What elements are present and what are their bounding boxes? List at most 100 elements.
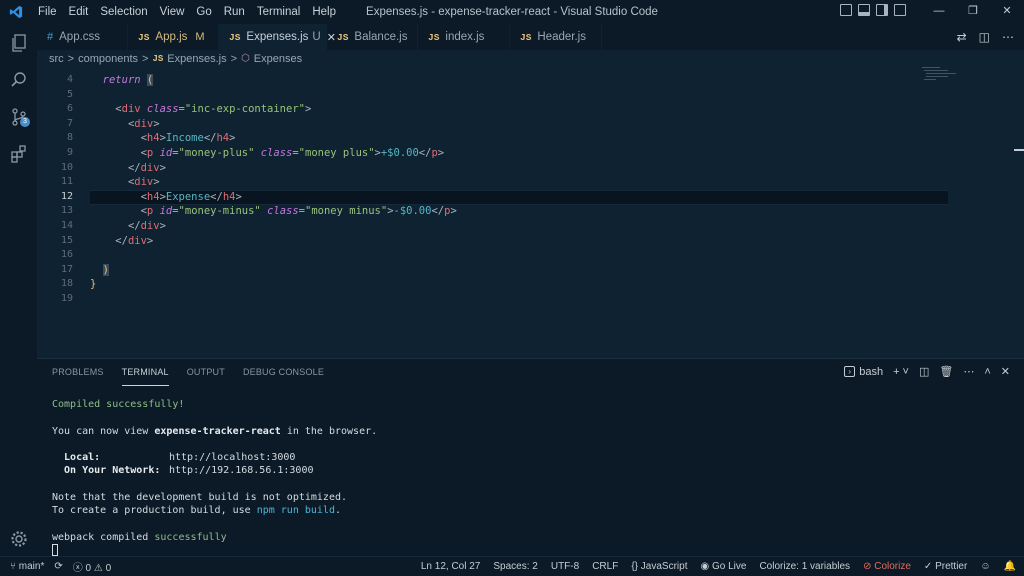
line-number: 16: [60, 249, 73, 261]
menu-run[interactable]: Run: [218, 0, 251, 24]
encoding[interactable]: UTF-8: [551, 561, 579, 572]
kill-terminal-icon[interactable]: 🗑: [939, 365, 953, 378]
code-line: </div>: [127, 219, 166, 232]
branch-indicator[interactable]: ⑂ main*: [10, 561, 44, 572]
warning-icon: ⚠: [93, 563, 103, 574]
notifications-bell-icon[interactable]: 🔔: [1004, 561, 1016, 572]
scrollbar-marker[interactable]: [1014, 149, 1024, 151]
toggle-panel-icon[interactable]: [858, 4, 870, 16]
code-line-current: <h4>Expense</h4>: [140, 190, 242, 203]
menu-file[interactable]: File: [32, 0, 63, 24]
scm-badge: 3: [20, 117, 30, 127]
breadcrumb-src[interactable]: src: [49, 53, 64, 65]
source-control-icon[interactable]: 3: [0, 98, 37, 135]
problems-indicator[interactable]: ⓧ 0 ⚠ 0: [73, 559, 111, 574]
tab-label: Balance.js: [354, 31, 408, 43]
tab-expenses-js[interactable]: JS Expenses.js U ✕: [219, 24, 336, 50]
tab-app-css[interactable]: # App.css: [37, 24, 128, 50]
js-file-icon: JS: [337, 31, 349, 43]
breadcrumb-symbol[interactable]: Expenses: [254, 53, 302, 65]
toggle-secondary-sidebar-icon[interactable]: [876, 4, 888, 16]
go-live-button[interactable]: ◉ Go Live: [700, 561, 746, 572]
close-window-button[interactable]: ✕: [990, 0, 1024, 24]
line-number-gutter: 4 5 6 7 8 9 10 11 12 13 14 15 16 17 18 1…: [37, 73, 73, 307]
disabled-icon: ⊘: [863, 561, 872, 572]
line-number: 8: [66, 132, 73, 144]
menu-go[interactable]: Go: [190, 0, 217, 24]
line-number: 9: [66, 146, 73, 158]
error-count: 0: [85, 563, 92, 574]
minimap[interactable]: [922, 67, 962, 81]
compare-changes-icon[interactable]: ⇄: [957, 30, 967, 44]
line-ending[interactable]: CRLF: [592, 561, 618, 572]
line-number: 4: [66, 74, 73, 85]
breadcrumb-separator: >: [67, 52, 75, 65]
maximize-panel-icon[interactable]: ˄: [984, 366, 990, 378]
panel-actions: › bash + ˅ ◫ 🗑 ⋯ ˄ ✕: [844, 365, 1010, 378]
new-terminal-icon[interactable]: + ˅: [893, 366, 909, 378]
tab-problems[interactable]: PROBLEMS: [52, 359, 104, 386]
terminal-line: To create a production build, use npm ru…: [52, 504, 377, 517]
feedback-icon[interactable]: ☺: [980, 561, 990, 572]
tab-index-js[interactable]: JS index.js: [418, 24, 510, 50]
sync-icon[interactable]: ⟳: [54, 561, 62, 572]
customize-layout-icon[interactable]: [894, 4, 906, 16]
menu-selection[interactable]: Selection: [94, 0, 153, 24]
more-actions-icon[interactable]: ⋯: [1002, 30, 1014, 44]
terminal-shell-selector[interactable]: › bash: [844, 366, 883, 378]
branch-icon: ⑂: [10, 561, 16, 572]
network-url[interactable]: http://192.168.56.1:3000: [169, 465, 314, 476]
tab-output[interactable]: OUTPUT: [187, 359, 225, 386]
explorer-icon[interactable]: [0, 24, 37, 61]
line-number: 7: [66, 117, 73, 129]
settings-gear-icon[interactable]: [0, 520, 37, 557]
symbol-icon: ⬡: [241, 53, 250, 64]
tab-label: Expenses.js: [246, 31, 309, 43]
network-label: On Your Network:: [52, 465, 161, 477]
tab-balance-js[interactable]: JS Balance.js: [327, 24, 418, 50]
menu-help[interactable]: Help: [306, 0, 342, 24]
cursor-position[interactable]: Ln 12, Col 27: [421, 561, 481, 572]
check-double-icon: ✓: [923, 561, 933, 572]
tab-app-js[interactable]: JS App.js M: [128, 24, 219, 50]
tab-debug-console[interactable]: DEBUG CONSOLE: [243, 359, 324, 386]
terminal-text: To create a production build, use: [52, 505, 257, 517]
local-url[interactable]: http://localhost:3000: [169, 452, 295, 463]
search-icon[interactable]: [0, 61, 37, 98]
layout-controls: [840, 4, 906, 16]
close-panel-icon[interactable]: ✕: [1001, 365, 1010, 378]
terminal-text: webpack compiled: [52, 531, 155, 543]
terminal-output[interactable]: Compiled successfully! You can now view …: [52, 398, 377, 558]
extensions-icon[interactable]: [0, 135, 37, 172]
colorize-variables[interactable]: Colorize: 1 variables: [759, 561, 850, 572]
branch-name: main*: [18, 561, 45, 572]
menu-edit[interactable]: Edit: [63, 0, 95, 24]
more-icon[interactable]: ⋯: [963, 365, 974, 378]
split-terminal-icon[interactable]: ◫: [919, 365, 929, 378]
breadcrumb-file[interactable]: Expenses.js: [167, 53, 226, 65]
tab-label: Header.js: [537, 31, 586, 43]
indentation[interactable]: Spaces: 2: [493, 561, 537, 572]
terminal-text: in the browser.: [280, 425, 378, 437]
tab-terminal[interactable]: TERMINAL: [121, 359, 169, 386]
terminal-line: webpack compiled successfully: [52, 531, 377, 544]
prettier-button[interactable]: ✓ Prettier: [924, 561, 967, 572]
minimize-button[interactable]: —: [922, 0, 956, 24]
prettier-label: Prettier: [935, 561, 968, 572]
language-mode[interactable]: {} JavaScript: [631, 561, 687, 572]
colorize-toggle[interactable]: ⊘ Colorize: [863, 561, 911, 572]
menu-view[interactable]: View: [154, 0, 191, 24]
js-file-icon: JS: [428, 31, 440, 43]
restore-button[interactable]: ❐: [956, 0, 990, 24]
code-line: }: [90, 278, 97, 291]
js-file-icon: JS: [152, 53, 164, 64]
split-editor-icon[interactable]: ◫: [979, 30, 990, 44]
menu-terminal[interactable]: Terminal: [251, 0, 306, 24]
toggle-primary-sidebar-icon[interactable]: [840, 4, 852, 16]
tab-header-js[interactable]: JS Header.js: [510, 24, 602, 50]
code-editor[interactable]: 4 5 6 7 8 9 10 11 12 13 14 15 16 17 18 1…: [37, 67, 1024, 358]
line-number-current: 12: [60, 190, 73, 202]
breadcrumb-components[interactable]: components: [78, 53, 138, 65]
